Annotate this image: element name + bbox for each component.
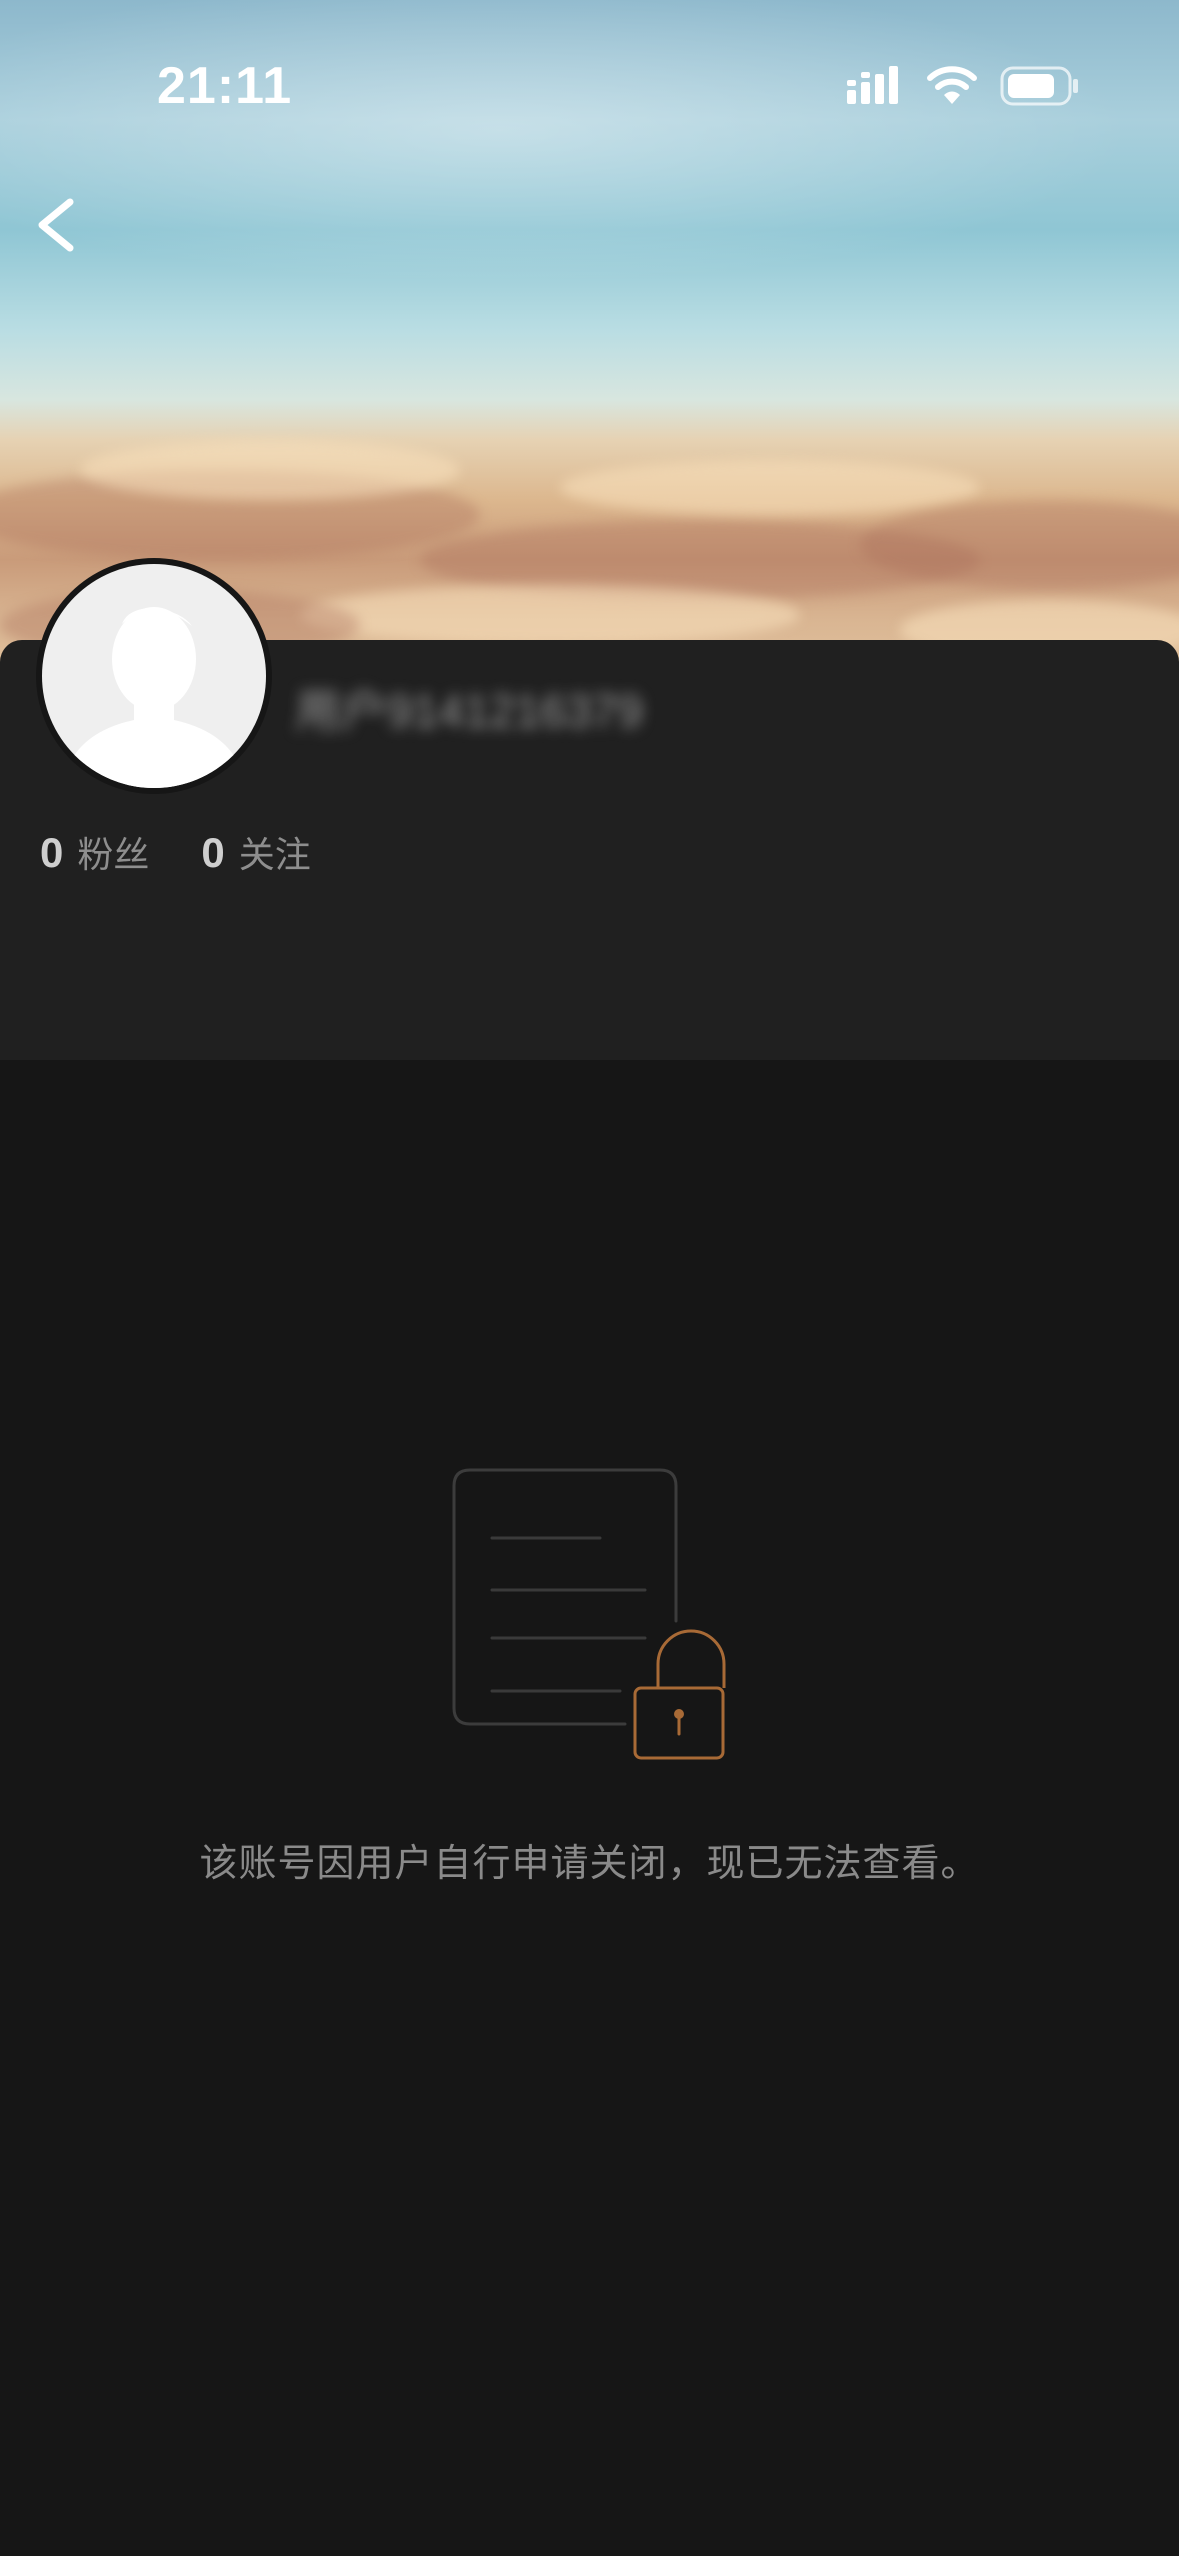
locked-document-icon [452,1468,726,1760]
chevron-left-icon [38,198,74,252]
back-button[interactable] [26,190,86,260]
status-time: 21:11 [157,57,293,115]
following-stat[interactable]: 0 关注 [201,826,310,878]
following-count: 0 [201,829,225,876]
followers-label: 粉丝 [77,835,150,876]
profile-stats: 0 粉丝 0 关注 [40,826,363,878]
default-avatar-icon [42,564,266,788]
following-label: 关注 [238,835,311,876]
followers-stat[interactable]: 0 粉丝 [40,826,149,878]
username: 用户9141216379 [295,685,643,737]
wifi-icon [927,66,977,104]
battery-icon [1000,66,1078,106]
account-closed-message: 该账号因用户自行申请关闭，现已无法查看。 [199,1841,980,1885]
avatar[interactable] [36,558,272,794]
profile-screen: 21:11 用户9141216379 0 粉丝 0 关注 该账号因用户自行申请关… [0,0,1179,2556]
followers-count: 0 [40,829,64,876]
signal-icon [847,66,898,104]
status-bar: 21:11 [0,0,1179,150]
